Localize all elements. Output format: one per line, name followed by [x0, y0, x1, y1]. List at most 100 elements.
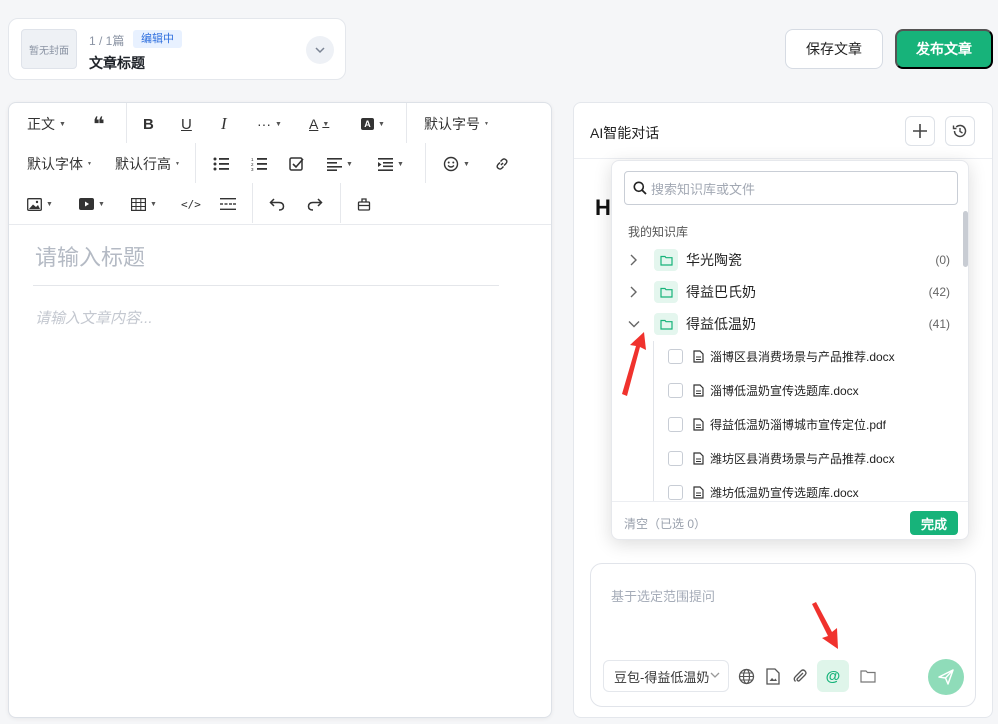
file-checkbox[interactable] [668, 416, 683, 432]
video-icon [79, 198, 94, 210]
clear-format-icon[interactable] [357, 189, 371, 219]
save-article-button[interactable]: 保存文章 [785, 29, 883, 69]
italic-icon[interactable]: I [221, 109, 227, 139]
insert-video-button[interactable]: ▼ [79, 189, 105, 219]
line-height-select[interactable]: 默认行高 ▼ [115, 149, 180, 179]
line-height-label: 默认行高 [115, 156, 171, 172]
font-family-select[interactable]: 默认字体 ▼ [27, 149, 92, 179]
paragraph-style-select[interactable]: 正文 ▼ [27, 109, 66, 139]
insert-table-button[interactable]: ▼ [131, 189, 157, 219]
emoji-button[interactable]: ▼ [443, 149, 470, 179]
model-select[interactable]: 豆包-得益低温奶 [603, 660, 729, 692]
background-color-button[interactable]: A ▼ [361, 109, 385, 139]
caret-down-icon: ▼ [150, 200, 157, 208]
divider-icon[interactable] [220, 189, 236, 219]
image-icon [27, 197, 42, 211]
file-icon [693, 383, 704, 397]
file-item[interactable]: 淄博区县消费场景与产品推荐.docx [668, 342, 958, 370]
file-checkbox[interactable] [668, 382, 683, 398]
file-checkbox[interactable] [668, 348, 683, 364]
annotation-arrow-icon [622, 332, 646, 396]
content-input[interactable]: 请输入文章内容... [35, 307, 153, 328]
insert-image-button[interactable]: ▼ [27, 189, 53, 219]
chat-input[interactable]: 基于选定范围提问 [611, 586, 715, 605]
chevron-down-icon [710, 668, 720, 683]
chat-composer[interactable]: 基于选定范围提问 豆包-得益低温奶 @ [590, 563, 976, 707]
mention-knowledge-button[interactable]: @ [817, 660, 849, 692]
kb-item-name: 得益巴氏奶 [686, 284, 756, 300]
more-icon: ··· [257, 116, 271, 132]
numbered-list-icon[interactable]: 123 [251, 149, 267, 179]
font-size-select[interactable]: 默认字号 ▼ [424, 109, 489, 139]
kb-item-count: (42) [928, 285, 950, 299]
checkbox-svg [289, 157, 304, 171]
bold-icon[interactable]: B [143, 109, 154, 139]
caret-down-icon: ▼ [346, 160, 353, 168]
title-input[interactable]: 请输入标题 [33, 238, 499, 286]
file-name: 淄博低温奶宣传选题库.docx [710, 383, 859, 398]
horizontal-rule-icon [220, 198, 236, 210]
cover-placeholder[interactable]: 暂无封面 [21, 29, 77, 69]
file-name: 淄博区县消费场景与产品推荐.docx [710, 349, 895, 364]
kb-item-expanded[interactable]: 得益低温奶 (41) [628, 310, 958, 338]
underline-icon[interactable]: U [181, 109, 192, 139]
bullet-list-svg [213, 157, 229, 171]
indent-button[interactable]: ▼ [378, 149, 404, 179]
greeting-text: H [595, 195, 611, 220]
caret-down-icon: ▼ [175, 161, 180, 167]
indent-icon [378, 157, 393, 171]
model-select-label: 豆包-得益低温奶 [614, 669, 710, 685]
font-color-button[interactable]: A ▼ [309, 109, 329, 139]
send-button[interactable] [928, 659, 964, 695]
link-icon[interactable] [494, 149, 510, 179]
kb-search-input[interactable]: 搜索知识库或文件 [624, 171, 958, 205]
send-icon [938, 669, 954, 685]
expand-articles-button[interactable] [306, 36, 334, 64]
file-icon [693, 417, 704, 431]
ai-panel-header: AI智能对话 [574, 103, 992, 159]
kb-item[interactable]: 得益巴氏奶 (42) [628, 278, 958, 306]
article-card[interactable]: 暂无封面 1 / 1篇 编辑中 文章标题 [8, 18, 346, 80]
bullet-list-icon[interactable] [213, 149, 229, 179]
chevron-down-icon[interactable] [628, 319, 648, 329]
code-icon[interactable]: </> [181, 189, 201, 219]
more-format-button[interactable]: ··· ▼ [257, 109, 282, 139]
undo-icon[interactable] [269, 189, 285, 219]
web-search-button[interactable] [735, 665, 757, 687]
file-item[interactable]: 淄博低温奶宣传选题库.docx [668, 376, 958, 404]
caret-down-icon: ▼ [378, 120, 385, 128]
new-chat-button[interactable] [905, 116, 935, 146]
file-name: 潍坊区县消费场景与产品推荐.docx [710, 451, 895, 466]
attach-file-button[interactable] [789, 665, 811, 687]
kb-item[interactable]: 华光陶瓷 (0) [628, 246, 958, 274]
chevron-right-icon[interactable] [628, 286, 648, 298]
done-button[interactable]: 完成 [910, 511, 958, 535]
todo-list-icon[interactable] [289, 149, 305, 179]
editor-toolbar: 正文 ▼ ❝ B U I ··· ▼ A ▼ A ▼ 默认字号 ▼ 默认字体 ▼ 默认行高 ▼… [9, 103, 551, 225]
folder-button[interactable] [857, 665, 879, 687]
publish-article-button[interactable]: 发布文章 [895, 29, 993, 69]
file-item[interactable]: 潍坊区县消费场景与产品推荐.docx [668, 444, 958, 472]
at-icon: @ [825, 667, 841, 685]
clear-selection-button[interactable]: 清空（已选 0） [624, 515, 706, 532]
upload-document-button[interactable] [762, 665, 784, 687]
file-checkbox[interactable] [668, 484, 683, 500]
picker-footer: 清空（已选 0） 完成 [612, 501, 968, 539]
caret-down-icon: ▼ [98, 200, 105, 208]
redo-icon[interactable] [307, 189, 323, 219]
file-checkbox[interactable] [668, 450, 683, 466]
file-item[interactable]: 得益低温奶淄博城市宣传定位.pdf [668, 410, 958, 438]
link-svg [496, 158, 508, 170]
file-name: 潍坊低温奶宣传选题库.docx [710, 485, 859, 500]
chevron-right-icon[interactable] [628, 254, 648, 266]
caret-down-icon: ▼ [484, 121, 489, 127]
scrollbar-thumb[interactable] [963, 211, 968, 267]
search-icon [633, 181, 647, 195]
blockquote-icon[interactable]: ❝ [93, 109, 105, 139]
history-button[interactable] [945, 116, 975, 146]
align-button[interactable]: ▼ [327, 149, 353, 179]
paperclip-icon [793, 669, 807, 682]
caret-down-icon: ▼ [322, 120, 330, 128]
caret-down-icon: ▼ [46, 200, 53, 208]
kb-search-placeholder: 搜索知识库或文件 [651, 181, 756, 197]
